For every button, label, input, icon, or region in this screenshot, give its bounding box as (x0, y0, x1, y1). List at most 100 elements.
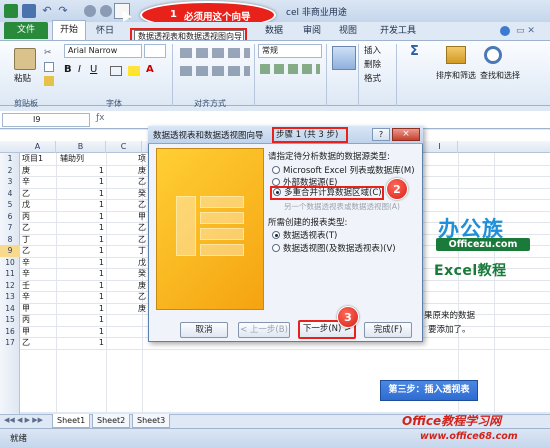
row-header[interactable]: 11 (0, 268, 20, 280)
source-option-excel-list[interactable]: Microsoft Excel 列表或数据库(M) (272, 164, 415, 176)
table-cell[interactable]: 辛 (22, 268, 56, 280)
table-cell[interactable]: 1 (56, 303, 104, 315)
report-option-pivot-chart[interactable]: 数据透视图(及数据透视表)(V) (272, 242, 396, 254)
find-icon[interactable] (484, 46, 502, 64)
number-format-combo[interactable]: 常规 (258, 44, 322, 58)
row-header[interactable]: 7 (0, 222, 20, 234)
table-cell[interactable]: 1 (56, 188, 104, 200)
table-cell[interactable]: 辛 (22, 257, 56, 269)
insert-cells-button[interactable]: 插入 (364, 44, 381, 56)
radio-icon[interactable] (272, 178, 280, 186)
sigma-icon[interactable]: Σ (410, 44, 430, 64)
delete-cells-button[interactable]: 删除 (364, 58, 381, 70)
table-cell[interactable]: 乙 (22, 337, 56, 349)
table-cell[interactable]: 1 (56, 222, 104, 234)
source-option-multiple-ranges[interactable]: 多重合并计算数据区域(C) (270, 186, 384, 200)
table-cell[interactable]: 乙 (138, 291, 148, 303)
table-cell[interactable]: 1 (56, 280, 104, 292)
format-painter-icon[interactable] (44, 76, 54, 86)
underline-icon[interactable]: U (90, 64, 97, 75)
column-header-a[interactable]: A (20, 141, 56, 153)
bold-icon[interactable]: B (64, 64, 72, 75)
row-header[interactable]: 4 (0, 188, 20, 200)
table-cell[interactable]: 庚 (138, 280, 148, 292)
table-cell[interactable]: 庚 (22, 165, 56, 177)
row-header[interactable]: 13 (0, 291, 20, 303)
sheet-tab-3[interactable]: Sheet3 (132, 414, 171, 428)
paste-label[interactable]: 粘贴 (14, 72, 31, 84)
table-cell[interactable] (138, 337, 148, 349)
tab-developer[interactable]: 开发工具 (376, 22, 420, 40)
fx-icon[interactable]: ƒx (96, 113, 105, 123)
row-header[interactable]: 5 (0, 199, 20, 211)
row-header[interactable]: 3 (0, 176, 20, 188)
sheet-tab-2[interactable]: Sheet2 (92, 414, 131, 428)
paste-icon[interactable] (14, 48, 36, 70)
table-cell[interactable]: 癸 (138, 268, 148, 280)
row-header[interactable]: 16 (0, 326, 20, 338)
sheet-tab-1[interactable]: Sheet1 (52, 414, 91, 428)
table-cell[interactable]: 乙 (138, 199, 148, 211)
row-header[interactable]: 10 (0, 257, 20, 269)
finish-button[interactable]: 完成(F) (364, 322, 412, 338)
tab-review[interactable]: 审阅 (300, 22, 324, 40)
table-cell[interactable]: 1 (56, 291, 104, 303)
row-header[interactable]: 8 (0, 234, 20, 246)
sort-filter-icon[interactable] (446, 46, 466, 64)
table-cell[interactable] (138, 314, 148, 326)
table-cell[interactable]: 乙 (138, 222, 148, 234)
cancel-button[interactable]: 取消 (180, 322, 228, 338)
row-header[interactable]: 1 (0, 153, 20, 165)
font-color-icon[interactable]: A (146, 64, 154, 75)
table-cell[interactable]: 1 (56, 176, 104, 188)
name-box[interactable]: I9 (2, 113, 90, 127)
table-cell[interactable]: 戊 (138, 257, 148, 269)
dialog-close-button[interactable]: × (392, 128, 420, 141)
quick-access-icon[interactable] (100, 5, 112, 17)
table-cell[interactable]: 1 (56, 165, 104, 177)
table-cell[interactable]: 辛 (22, 176, 56, 188)
radio-icon[interactable] (272, 166, 280, 174)
row-header[interactable]: 6 (0, 211, 20, 223)
table-cell[interactable]: 庚 (138, 165, 148, 177)
radio-selected-icon[interactable] (272, 231, 280, 239)
tab-insert[interactable]: 怀日 (88, 22, 122, 40)
redo-icon[interactable]: ↷ (56, 4, 70, 18)
table-cell[interactable]: 项 (138, 153, 148, 165)
table-cell[interactable]: 1 (56, 268, 104, 280)
column-header-i[interactable]: I (422, 141, 458, 153)
window-controls[interactable]: ▭ ✕ (516, 26, 535, 36)
table-cell[interactable] (138, 326, 148, 338)
table-cell[interactable]: 庚 (138, 303, 148, 315)
save-icon[interactable] (22, 4, 36, 18)
table-cell[interactable]: 丁 (138, 245, 148, 257)
table-cell[interactable]: 项目1 (22, 153, 56, 165)
table-cell[interactable]: 壬 (22, 280, 56, 292)
align-horizontal-icons[interactable] (180, 66, 250, 76)
tab-view[interactable]: 视图 (336, 22, 360, 40)
table-cell[interactable]: 1 (56, 199, 104, 211)
font-name-combo[interactable]: Arial Narrow (64, 44, 142, 58)
copy-icon[interactable] (44, 62, 54, 72)
find-select-label[interactable]: 查找和选择 (480, 70, 520, 81)
number-format-icons[interactable] (260, 64, 320, 74)
table-cell[interactable]: 1 (56, 245, 104, 257)
table-cell[interactable]: 1 (56, 337, 104, 349)
radio-icon[interactable] (272, 244, 280, 252)
table-cell[interactable]: 辅助列 (60, 153, 108, 165)
format-cells-button[interactable]: 格式 (364, 72, 381, 84)
row-header[interactable]: 17 (0, 337, 20, 349)
table-cell[interactable]: 甲 (22, 303, 56, 315)
table-cell[interactable]: 乙 (22, 222, 56, 234)
border-icon[interactable] (110, 66, 122, 76)
report-option-pivot-table[interactable]: 数据透视表(T) (272, 229, 337, 241)
table-cell[interactable]: 1 (56, 326, 104, 338)
help-icon[interactable] (500, 26, 510, 36)
font-size-combo[interactable] (144, 44, 166, 58)
table-cell[interactable]: 丙 (22, 314, 56, 326)
table-cell[interactable]: 乙 (138, 176, 148, 188)
undo-icon[interactable]: ↶ (40, 4, 54, 18)
table-cell[interactable]: 1 (56, 234, 104, 246)
column-header-c[interactable]: C (106, 141, 142, 153)
radio-selected-icon[interactable] (273, 188, 281, 196)
